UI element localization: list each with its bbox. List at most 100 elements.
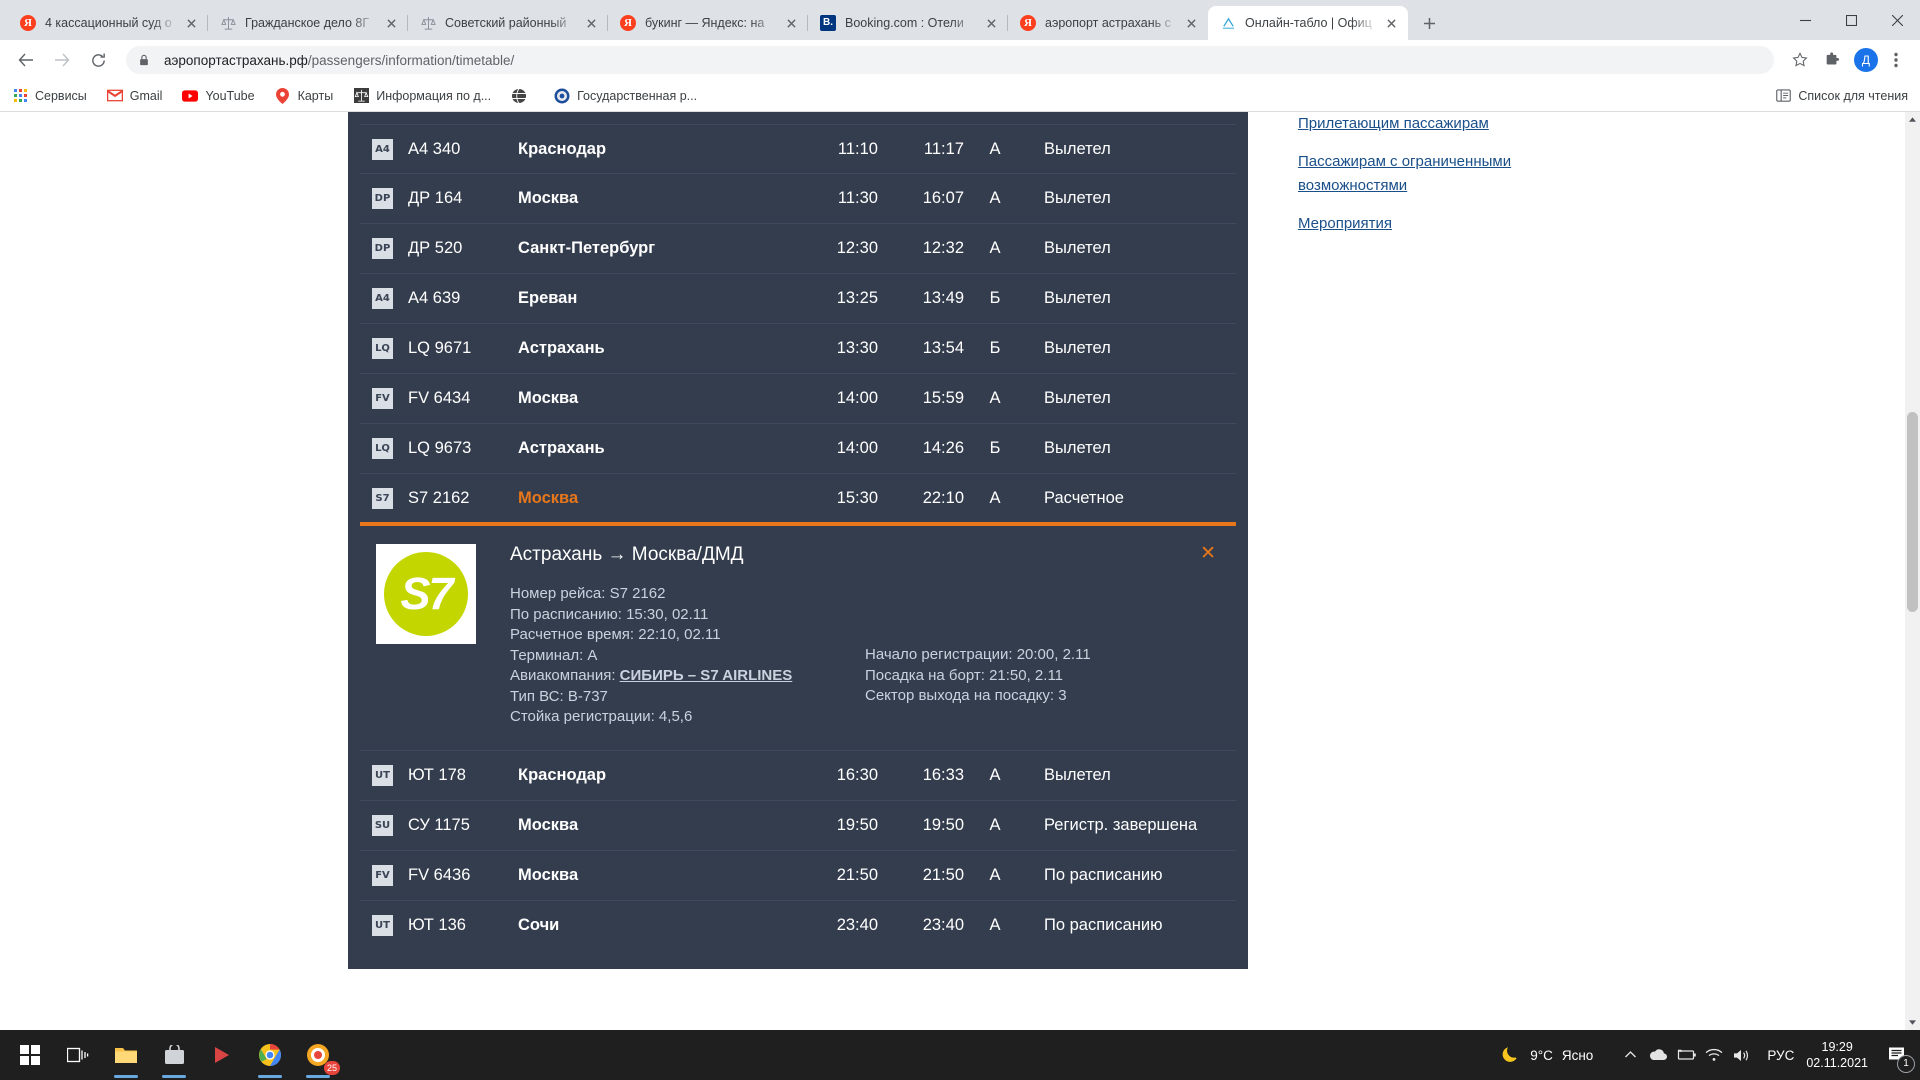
scroll-up-arrow-icon[interactable] [1905, 112, 1920, 127]
flight-scheduled-time: 21:50 [836, 865, 878, 884]
flight-destination: Сочи [518, 916, 560, 934]
close-window-button[interactable] [1874, 4, 1920, 36]
bookmark-item-youtube[interactable]: YouTube [182, 88, 255, 104]
bookmark-label: Государственная р... [577, 88, 698, 103]
flight-number: FV 6436 [408, 865, 471, 884]
table-row[interactable]: LQ LQ 9673 Астрахань 14:00 14:26 Б Вылет… [360, 424, 1236, 474]
bookmark-label: YouTube [205, 88, 255, 103]
browser-tab[interactable]: Я 4 кассационный суд о [8, 6, 208, 40]
table-row[interactable]: DP ДР 520 Санкт-Петербург 12:30 12:32 А … [360, 224, 1236, 274]
close-icon[interactable] [382, 14, 400, 32]
table-row[interactable]: FV FV 6436 Москва 21:50 21:50 А По распи… [360, 850, 1236, 901]
sidebar-link-reduced-mobility[interactable]: Пассажирам с ограниченными возможностями [1298, 150, 1548, 198]
sidebar-link-events[interactable]: Мероприятия [1298, 212, 1698, 236]
flight-status: Вылетел [1044, 189, 1111, 207]
url-path: /passengers/information/timetable/ [307, 52, 515, 68]
flight-destination: Москва [518, 189, 579, 207]
weather-widget[interactable]: 9°C Ясно [1501, 1044, 1593, 1067]
notification-center-icon[interactable]: 1 [1882, 1040, 1915, 1073]
store-icon[interactable] [150, 1031, 198, 1079]
flight-estimated-time: 14:26 [922, 439, 964, 457]
avatar[interactable]: Д [1854, 48, 1878, 72]
table-row[interactable]: UT ЮТ 136 Сочи 23:40 23:40 А По расписан… [360, 900, 1236, 951]
bookmark-star-icon[interactable] [1786, 46, 1814, 74]
detail-gate-sector: Сектор выхода на посадку: 3 [865, 687, 1067, 704]
bookmark-item-info[interactable]: Информация по д... [353, 88, 491, 104]
table-row-selected[interactable]: S7 S7 2162 Москва 15:30 22:10 А Расчетно… [360, 474, 1236, 524]
browser-tab[interactable]: Я аэропорт астрахань с [1007, 6, 1208, 40]
flight-number: A4 639 [408, 289, 461, 307]
sidebar-links: Прилетающим пассажирам Пассажирам с огра… [1298, 112, 1698, 250]
battery-charging-icon[interactable] [1673, 1043, 1699, 1067]
s7-logo-icon: S7 [384, 552, 468, 636]
table-row[interactable]: UT ЮТ 178 Краснодар 16:30 16:33 А Вылете… [360, 750, 1236, 801]
close-icon[interactable] [982, 14, 1000, 32]
back-button[interactable] [10, 44, 42, 76]
close-icon[interactable] [1382, 14, 1400, 32]
tab-title: 4 кассационный суд о [45, 16, 172, 30]
scrollbar-thumb[interactable] [1907, 412, 1918, 612]
taskbar-left-icons: 25 [0, 1031, 342, 1079]
clock[interactable]: 19:29 02.11.2021 [1806, 1039, 1868, 1071]
airline-link[interactable]: СИБИРЬ – S7 AIRLINES [620, 667, 793, 684]
close-icon[interactable]: ✕ [1200, 544, 1216, 563]
table-row[interactable]: DP ДР 164 Москва 11:30 16:07 А Вылетел [360, 174, 1236, 224]
scroll-down-arrow-icon[interactable] [1905, 1015, 1920, 1030]
sidebar-link-arrivals[interactable]: Прилетающим пассажирам [1298, 112, 1698, 136]
close-icon[interactable] [182, 14, 200, 32]
extensions-icon[interactable] [1818, 46, 1846, 74]
browser-tab[interactable]: Гражданское дело 8Г [207, 6, 408, 40]
address-bar[interactable]: аэропортастрахань.рф/passengers/informat… [126, 46, 1774, 74]
minimize-button[interactable] [1782, 4, 1828, 36]
browser-tab-active[interactable]: Онлайн-табло | Офиц [1208, 6, 1408, 40]
bookmark-item-globe[interactable] [511, 88, 534, 104]
file-explorer-icon[interactable] [102, 1031, 150, 1079]
airline-logo: S7 [376, 544, 476, 644]
browser-tab[interactable]: Я букинг — Яндекс: на [607, 6, 808, 40]
youtube-icon [182, 88, 199, 104]
bookmark-item-gmail[interactable]: Gmail [106, 88, 162, 104]
media-player-icon[interactable] [198, 1031, 246, 1079]
bookmark-item-gov[interactable]: Государственная р... [554, 88, 697, 104]
yandex-icon: Я [1020, 15, 1036, 31]
chrome-icon[interactable] [246, 1031, 294, 1079]
new-tab-button[interactable] [1414, 8, 1444, 38]
table-row[interactable]: FV FV 6434 Москва 14:00 15:59 А Вылетел [360, 374, 1236, 424]
yandex-browser-icon[interactable]: 25 [294, 1031, 342, 1079]
wifi-icon[interactable] [1701, 1043, 1727, 1067]
show-hidden-icons-chevron-icon[interactable] [1617, 1043, 1643, 1067]
table-row[interactable]: LQ LQ 9671 Астрахань 13:30 13:54 Б Вылет… [360, 324, 1236, 374]
close-icon[interactable] [582, 14, 600, 32]
browser-tab[interactable]: Советский районный [407, 6, 608, 40]
chrome-menu-icon[interactable] [1882, 46, 1910, 74]
flight-destination: Москва [518, 865, 579, 884]
reading-list-button[interactable]: Список для чтения [1775, 88, 1908, 104]
flight-number: S7 2162 [408, 488, 470, 507]
detail-scheduled: По расписанию: 15:30, 02.11 [510, 605, 709, 623]
language-indicator[interactable]: РУС [1767, 1048, 1794, 1063]
reload-button[interactable] [82, 44, 114, 76]
bookmark-item-maps[interactable]: Карты [275, 87, 333, 104]
flight-number: ЮТ 136 [408, 916, 466, 934]
browser-tab[interactable]: B. Booking.com : Отели [807, 6, 1008, 40]
windows-taskbar: 25 9°C Ясно РУС 19:29 02.11.2021 1 [0, 1030, 1920, 1080]
volume-icon[interactable] [1729, 1043, 1755, 1067]
weather-condition: Ясно [1561, 1047, 1594, 1063]
flight-terminal: Б [989, 439, 1001, 457]
close-icon[interactable] [1182, 14, 1200, 32]
flight-number: ДР 520 [408, 239, 463, 257]
close-icon[interactable] [782, 14, 800, 32]
yandex-icon: Я [620, 15, 636, 31]
forward-button[interactable] [46, 44, 78, 76]
flight-status: Регистр. завершена [1044, 815, 1198, 834]
task-view-icon[interactable] [54, 1031, 102, 1079]
flight-detail-right-column: Начало регистрации: 20:00, 2.11 Посадка … [865, 584, 1220, 728]
table-row[interactable]: A4 A4 639 Ереван 13:25 13:49 Б Вылетел [360, 274, 1236, 324]
start-button-icon[interactable] [6, 1031, 54, 1079]
maximize-button[interactable] [1828, 4, 1874, 36]
table-row[interactable]: SU СУ 1175 Москва 19:50 19:50 А Регистр.… [360, 800, 1236, 851]
page-scrollbar[interactable] [1905, 112, 1920, 1030]
table-row[interactable]: A4 A4 340 Краснодар 11:10 11:17 А Вылете… [360, 124, 1236, 174]
bookmark-item-services[interactable]: Сервисы [12, 88, 87, 104]
onedrive-icon[interactable] [1645, 1043, 1671, 1067]
